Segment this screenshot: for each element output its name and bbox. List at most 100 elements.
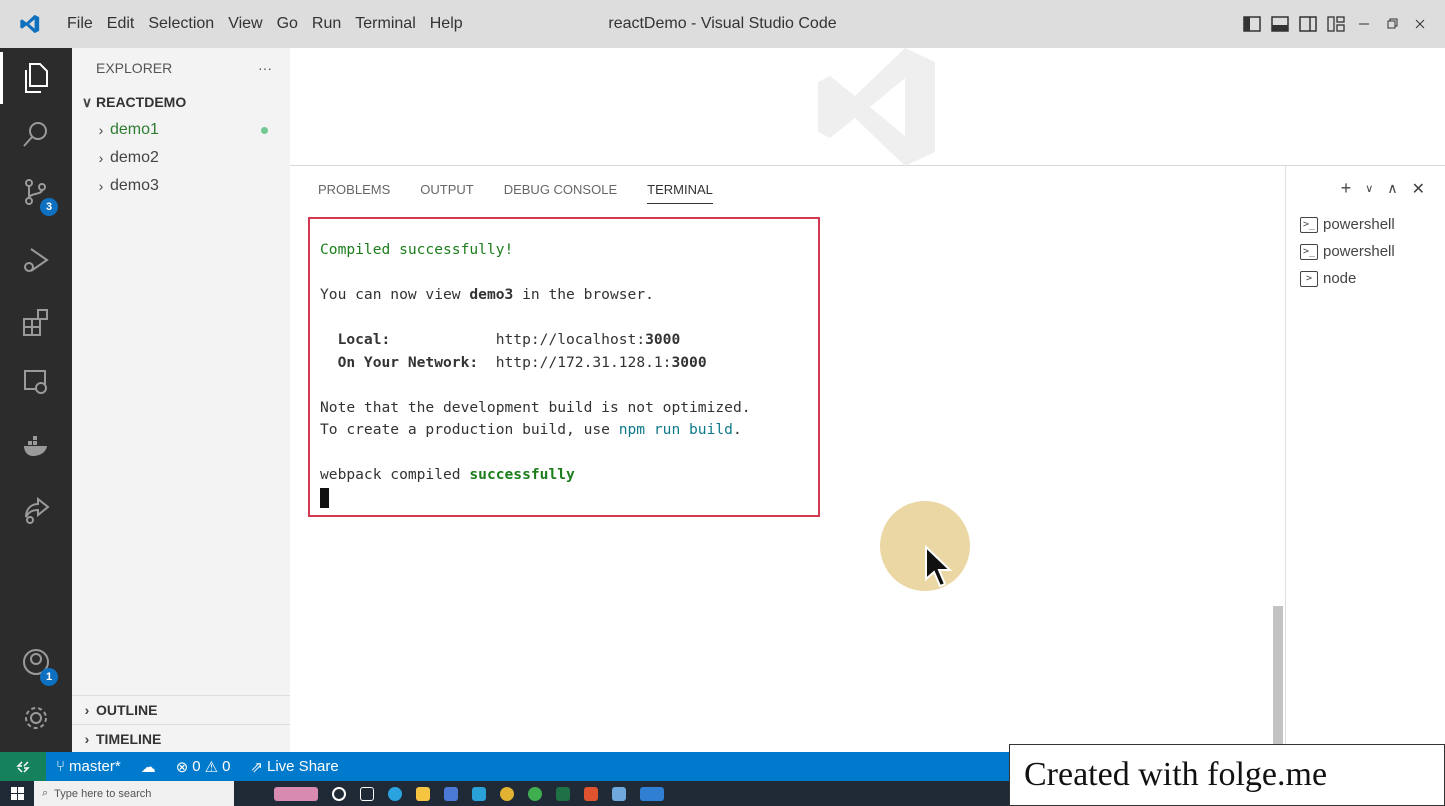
terminal-status: successfully [469,466,575,483]
files-icon[interactable] [0,48,72,108]
terminal-tab-powershell[interactable]: >_ powershell [1286,238,1445,265]
title-bar: File Edit Selection View Go Run Terminal… [0,0,1445,48]
menu-run[interactable]: Run [305,0,348,48]
remote-icon[interactable] [0,752,46,781]
menu-edit[interactable]: Edit [100,0,142,48]
terminal-local-url: http://localhost: [495,331,646,348]
chevron-right-icon: › [84,702,90,718]
chevron-right-icon: › [98,150,104,166]
terminal-tab-label: node [1323,270,1357,287]
brave-icon[interactable] [584,786,598,801]
outline-label: OUTLINE [96,702,158,718]
chrome-alt-icon[interactable] [528,786,542,801]
branch-name: master* [69,758,121,775]
terminal-text: in the browser. [513,286,654,303]
folge-watermark: Created with folge.me [1009,744,1445,806]
terminal-network-label: On Your Network: [320,353,479,371]
terminal-app-name: demo3 [469,286,514,303]
file-explorer-icon[interactable] [416,786,430,801]
close-icon[interactable] [1409,13,1431,35]
timeline-label: TIMELINE [96,730,162,747]
editor-area [290,48,1445,166]
menu-help[interactable]: Help [423,0,470,48]
chrome-icon[interactable] [500,786,514,801]
chevron-right-icon: › [84,730,90,747]
menu-file[interactable]: File [60,0,100,48]
more-actions-button[interactable]: ··· [258,60,272,76]
live-share-button[interactable]: ⇗ Live Share [240,758,348,776]
live-share-icon[interactable] [0,480,72,540]
terminal-network-port: 3000 [671,353,707,371]
chevron-right-icon: › [98,178,104,194]
menu-bar: File Edit Selection View Go Run Terminal… [60,0,470,48]
accounts-icon[interactable]: 1 [0,632,72,692]
source-control-icon[interactable]: 3 [0,162,72,222]
sync-button[interactable]: ☁ [131,758,166,776]
terminal-output[interactable]: Compiled successfully! You can now view … [308,217,820,517]
restore-icon[interactable] [1381,13,1403,35]
toggle-sidebar-icon[interactable] [1241,13,1263,35]
tab-output[interactable]: OUTPUT [420,182,473,204]
terminal-line: Note that the development build is not o… [320,398,751,416]
problems-indicator[interactable]: ⊗ 0 ⚠ 0 [166,758,241,776]
menu-selection[interactable]: Selection [141,0,221,48]
app-icon[interactable] [612,786,626,801]
customize-layout-icon[interactable] [1325,13,1347,35]
menu-go[interactable]: Go [270,0,305,48]
cortana-icon[interactable] [332,786,346,801]
minimize-icon[interactable] [1353,13,1375,35]
edge-icon[interactable] [388,786,402,801]
vscode-taskbar-icon[interactable] [640,786,664,801]
error-icon: ⊗ [175,758,189,776]
warning-icon: ⚠ [204,758,219,776]
terminal-command: npm run build [618,421,733,438]
docker-icon[interactable] [0,416,72,476]
windows-start-icon[interactable] [0,781,34,806]
bottom-panel: PROBLEMS OUTPUT DEBUG CONSOLE TERMINAL +… [290,166,1445,752]
task-view-icon[interactable] [360,786,374,801]
timeline-section[interactable]: › TIMELINE [72,724,290,752]
remote-explorer-icon[interactable] [0,352,72,412]
tree-item-demo1[interactable]: › demo1 [72,116,290,144]
vscode-watermark-icon [810,48,940,171]
terminal-text: You can now view [320,286,470,303]
terminal-scrollbar[interactable] [1273,606,1283,752]
source-control-badge: 3 [40,198,58,216]
window-title: reactDemo - Visual Studio Code [608,15,837,32]
terminal-spacing [390,331,495,348]
watermark-text: Created with folge.me [1024,756,1328,793]
workspace-root[interactable]: ∨ REACTDEMO [72,88,290,116]
search-icon[interactable] [0,104,72,164]
mail-icon[interactable] [472,786,486,801]
gear-icon[interactable] [0,688,72,748]
terminal-text: webpack compiled [320,466,470,483]
terminal-icon: >_ [1300,243,1318,260]
taskbar-search-input[interactable]: ⌕ Type here to search [34,781,234,806]
tree-item-demo2[interactable]: › demo2 [72,144,290,172]
toggle-secondary-sidebar-icon[interactable] [1297,13,1319,35]
run-debug-icon[interactable] [0,230,72,290]
terminal-tab-powershell[interactable]: >_ powershell [1286,211,1445,238]
news-widget-icon[interactable] [274,786,318,801]
terminal-text: . [732,421,742,438]
terminal-tab-node[interactable]: > node [1286,265,1445,292]
excel-icon[interactable] [556,786,570,801]
tab-problems[interactable]: PROBLEMS [318,182,390,204]
tab-debug-console[interactable]: DEBUG CONSOLE [504,182,617,204]
menu-terminal[interactable]: Terminal [348,0,422,48]
warning-count: 0 [222,758,231,775]
vscode-logo-icon [0,0,60,48]
outline-section[interactable]: › OUTLINE [72,696,290,724]
branch-indicator[interactable]: ⑂ master* [46,758,131,775]
menu-view[interactable]: View [221,0,269,48]
error-count: 0 [192,758,201,775]
mouse-pointer-icon [924,544,953,594]
toggle-panel-icon[interactable] [1269,13,1291,35]
extensions-icon[interactable] [0,292,72,352]
tree-item-demo3[interactable]: › demo3 [72,172,290,200]
sync-icon: ☁ [140,758,156,776]
taskbar-search-placeholder: Type here to search [54,787,152,800]
terminal-spacing [478,354,496,371]
tab-terminal[interactable]: TERMINAL [647,182,713,204]
store-icon[interactable] [444,786,458,801]
